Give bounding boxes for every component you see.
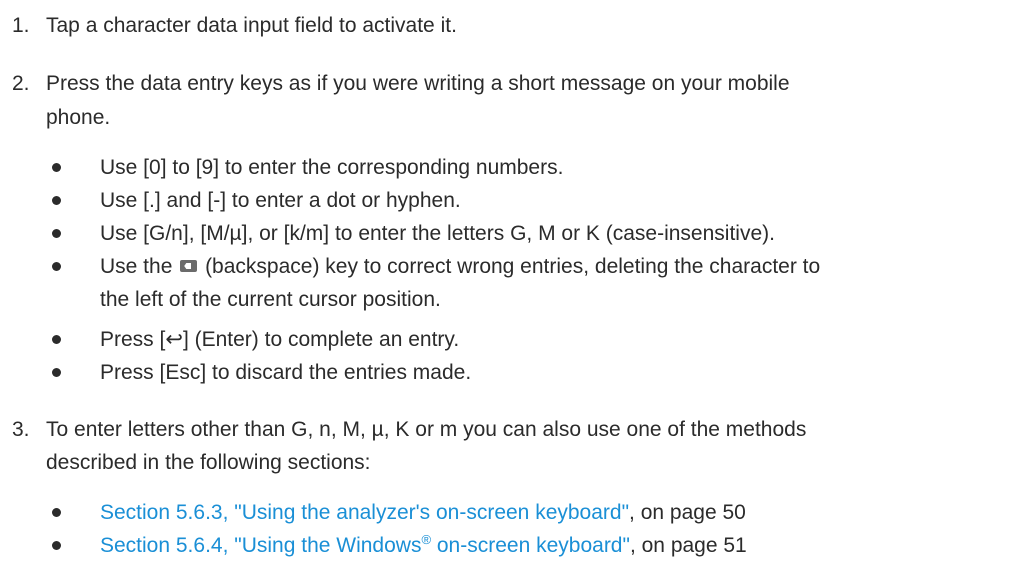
registered-mark[interactable]: ®: [421, 532, 431, 547]
bullet-text: Section 5.6.4, "Using the Windows® on-sc…: [100, 529, 1000, 562]
bullet-text: Use [0] to [9] to enter the correspondin…: [100, 156, 564, 179]
step-text: Tap a character data input field to acti…: [46, 14, 457, 37]
step-text-line-1: To enter letters other than G, n, M, µ, …: [46, 418, 807, 441]
bullet-dot: [52, 229, 61, 238]
bullet-dot: [52, 508, 61, 517]
bullet-text: Use [.] and [-] to enter a dot or hyphen…: [100, 189, 461, 212]
section-link-5-6-4[interactable]: Section 5.6.4, "Using the Windows® on-sc…: [100, 532, 630, 557]
bullet-text: Use [G/n], [M/µ], or [k/m] to enter the …: [100, 222, 775, 245]
bullet-text: Section 5.6.3, "Using the analyzer's on-…: [100, 496, 1000, 529]
step-number: 1.: [12, 14, 30, 37]
link-text-pre[interactable]: Section 5.6.4, "Using the Windows: [100, 534, 421, 557]
bullet-text: Press [↩] (Enter) to complete an entry.: [100, 328, 460, 351]
section-link-5-6-3[interactable]: Section 5.6.3, "Using the analyzer's on-…: [100, 501, 629, 524]
bullet-text: Use the (backspace) key to correct wrong…: [100, 250, 1000, 283]
bullet-text-suffix: (backspace) key to correct wrong entries…: [205, 255, 821, 278]
bullet-dot: [52, 196, 61, 205]
bullet-dot: [52, 368, 61, 377]
link-text-post[interactable]: on-screen keyboard": [431, 534, 630, 557]
step-number: 3.: [12, 418, 30, 441]
step-text-line-2: described in the following sections:: [46, 451, 371, 474]
bullet-dot: [52, 163, 61, 172]
bullet-dot: [52, 335, 61, 344]
page-reference: , on page 51: [629, 534, 747, 557]
bullet-text-line-2: the left of the current cursor position.: [100, 288, 441, 311]
bullet-text: Press [Esc] to discard the entries made.: [100, 361, 472, 384]
backspace-key-icon: [180, 260, 198, 272]
bullet-text-prefix: Use the: [100, 255, 173, 278]
step-text-line-1: Press the data entry keys as if you were…: [46, 72, 790, 95]
bullet-dot: [52, 541, 61, 550]
bullet-dot: [52, 262, 61, 271]
step-number: 2.: [12, 72, 30, 95]
step-text-line-2: phone.: [46, 106, 111, 129]
page-reference: , on page 50: [629, 501, 746, 524]
document-page: 1. Tap a character data input field to a…: [0, 0, 1024, 575]
